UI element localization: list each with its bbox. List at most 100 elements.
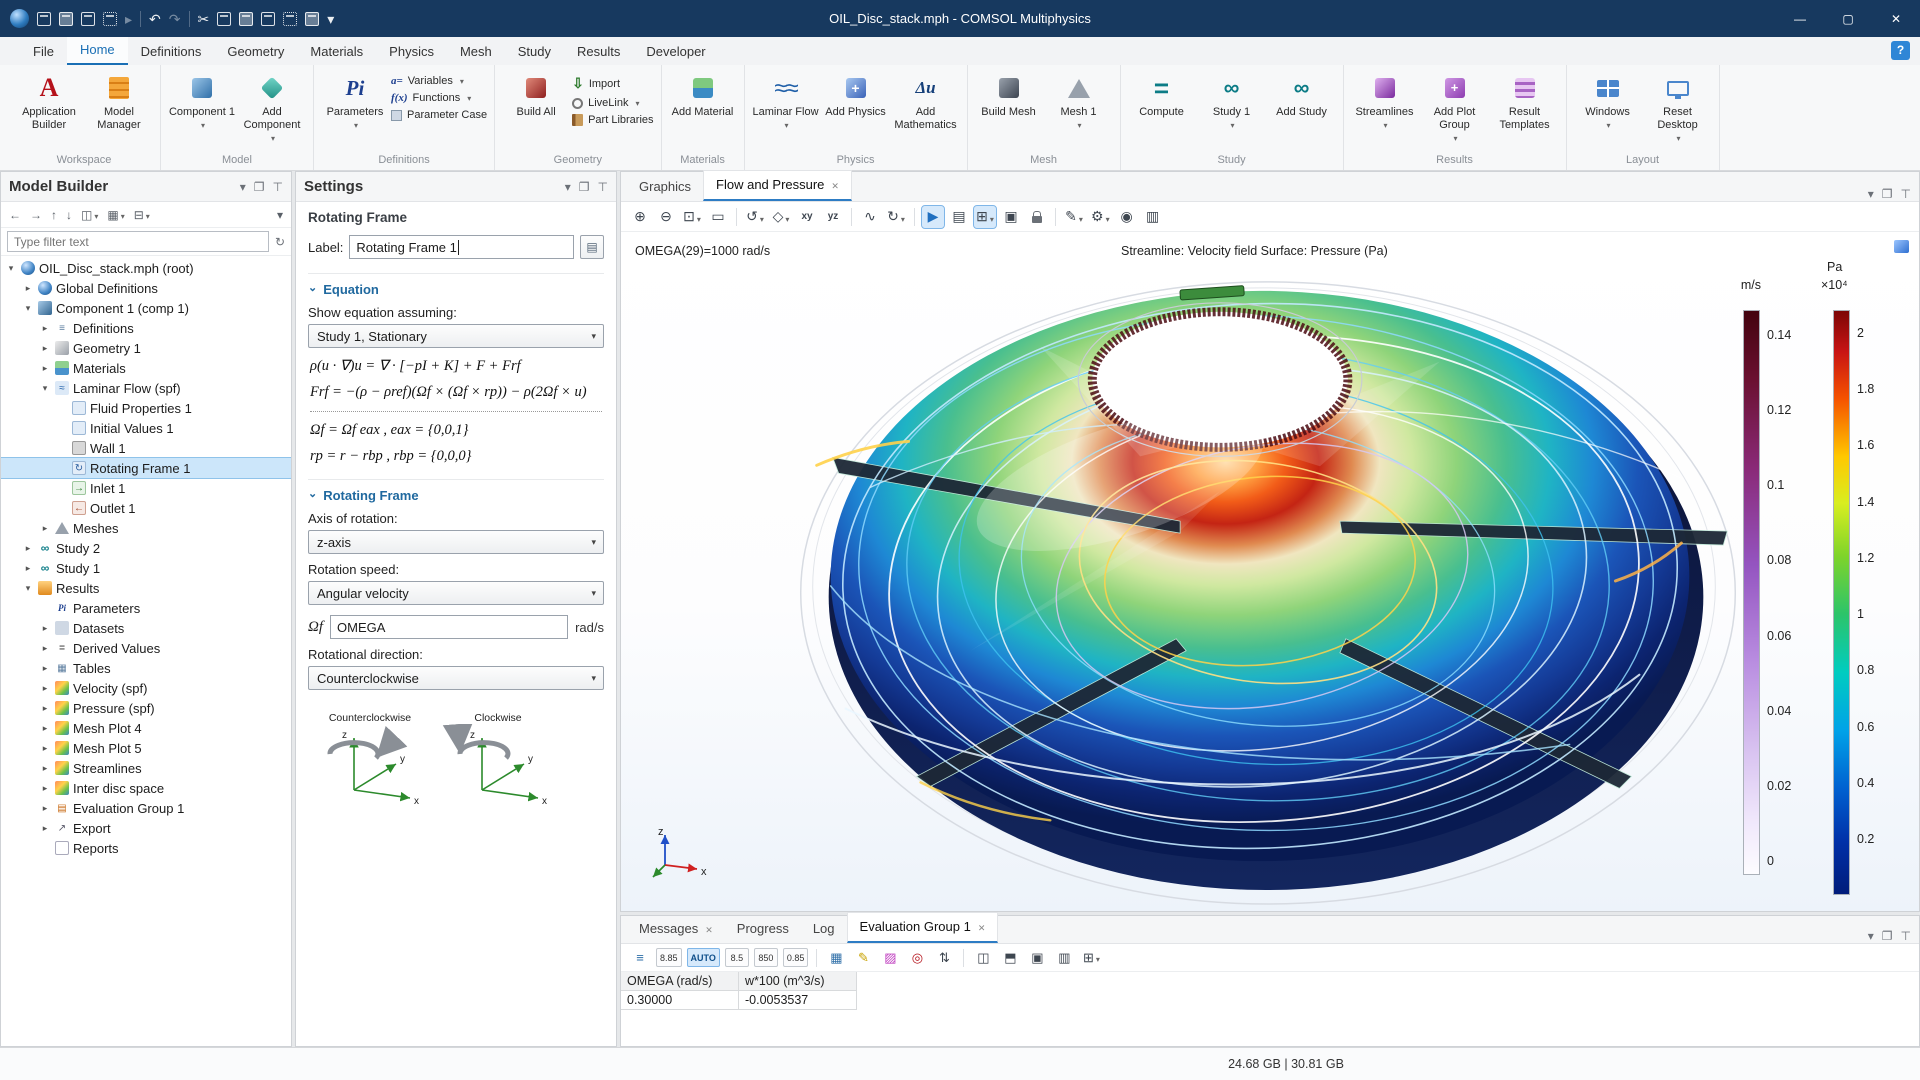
tree-item-initial-values-1[interactable]: Initial Values 1 — [1, 418, 291, 438]
expand-icon[interactable] — [39, 783, 51, 794]
expand-icon[interactable] — [39, 383, 51, 394]
export-table-icon[interactable]: ⬒ — [999, 947, 1021, 969]
float-panel-icon[interactable]: ❐ — [1882, 187, 1893, 201]
help-button[interactable]: ? — [1891, 41, 1910, 60]
tree-item-study-1[interactable]: Study 1 — [1, 558, 291, 578]
print-table-icon[interactable]: ▥ — [1053, 947, 1075, 969]
table-settings-icon[interactable]: ▦ — [825, 947, 847, 969]
zoom-out-icon[interactable]: ⊖ — [655, 206, 677, 228]
plot-settings-icon[interactable]: ∿ — [859, 206, 881, 228]
decimal-notation-button[interactable]: 0.85 — [783, 948, 809, 967]
collapse-panel-icon[interactable]: ▾ — [565, 180, 571, 194]
section-equation[interactable]: Equation — [308, 273, 604, 297]
reset-desktop-button[interactable]: Reset Desktop — [1644, 68, 1712, 145]
tree-item-geometry-1[interactable]: Geometry 1 — [1, 338, 291, 358]
annotate-icon[interactable]: ✎ — [1063, 206, 1085, 228]
tree-item-pressure[interactable]: Pressure (spf) — [1, 698, 291, 718]
add-plot-group-button[interactable]: + Add Plot Group — [1421, 68, 1489, 145]
close-tab-icon[interactable] — [831, 177, 839, 192]
tree-item-derived-values[interactable]: Derived Values — [1, 638, 291, 658]
snapshot-icon[interactable]: ◉ — [1116, 206, 1138, 228]
print-icon[interactable]: ▥ — [1142, 206, 1164, 228]
engineering-notation-button[interactable]: 850 — [754, 948, 778, 967]
expand-icon[interactable] — [39, 803, 51, 814]
tab-flow-and-pressure[interactable]: Flow and Pressure — [703, 170, 852, 201]
label-menu-button[interactable]: ▤ — [580, 235, 604, 259]
tree-item-root[interactable]: OIL_Disc_stack.mph (root) — [1, 258, 291, 278]
pin-panel-icon[interactable]: ⊤ — [273, 180, 283, 194]
plot-indicator-icon[interactable] — [1894, 240, 1909, 253]
image-to-table-icon[interactable]: ▤ — [948, 206, 970, 228]
laminar-flow-button[interactable]: ≈≈ Laminar Flow — [752, 68, 820, 132]
compute-icon[interactable] — [305, 12, 319, 26]
expand-icon[interactable] — [22, 563, 34, 574]
new-file-icon[interactable] — [37, 12, 51, 26]
build-mesh-button[interactable]: Build Mesh — [975, 68, 1043, 119]
node-grouping-icon[interactable]: ▦ — [107, 208, 124, 222]
streamlines-button[interactable]: Streamlines — [1351, 68, 1419, 132]
collapse-panel-icon[interactable]: ▾ — [1868, 929, 1874, 943]
expand-icon[interactable] — [39, 323, 51, 334]
add-component-button[interactable]: Add Component — [238, 68, 306, 145]
add-material-button[interactable]: Add Material — [669, 68, 737, 119]
add-physics-button[interactable]: + Add Physics — [822, 68, 890, 119]
pin-panel-icon[interactable]: ⊤ — [1901, 187, 1911, 201]
view-menu-icon[interactable]: ◇ — [770, 206, 792, 228]
tree-item-reports[interactable]: Reports — [1, 838, 291, 858]
expand-icon[interactable] — [39, 363, 51, 374]
menu-definitions[interactable]: Definitions — [128, 39, 215, 65]
part-libraries-button[interactable]: Part Libraries — [572, 114, 653, 126]
tree-item-parameters[interactable]: Parameters — [1, 598, 291, 618]
zoom-box-icon[interactable]: ▭ — [707, 206, 729, 228]
model-tree-menu-icon[interactable]: ▾ — [277, 208, 283, 222]
expand-icon[interactable] — [5, 263, 17, 274]
tree-item-wall-1[interactable]: Wall 1 — [1, 438, 291, 458]
scene-settings-icon[interactable]: ⚙ — [1089, 206, 1112, 228]
redo-icon[interactable]: ↷ — [169, 12, 181, 26]
functions-button[interactable]: f(x) Functions — [391, 92, 471, 104]
windows-button[interactable]: Windows — [1574, 68, 1642, 132]
tree-item-export[interactable]: Export — [1, 818, 291, 838]
menu-physics[interactable]: Physics — [376, 39, 447, 65]
tree-item-definitions[interactable]: Definitions — [1, 318, 291, 338]
pin-panel-icon[interactable]: ⊤ — [598, 180, 608, 194]
table-header-cell[interactable]: w*100 (m^3/s) — [739, 972, 857, 991]
tab-progress[interactable]: Progress — [725, 915, 801, 943]
float-panel-icon[interactable]: ❐ — [579, 180, 590, 194]
expand-icon[interactable] — [22, 303, 34, 314]
fill-color-icon[interactable]: ▨ — [879, 947, 901, 969]
angular-velocity-input[interactable]: OMEGA — [330, 615, 568, 639]
xy-view-icon[interactable]: xy — [796, 206, 818, 228]
variables-button[interactable]: a= Variables — [391, 75, 464, 87]
study-1-button[interactable]: ∞ Study 1 — [1198, 68, 1266, 132]
menu-materials[interactable]: Materials — [297, 39, 376, 65]
component-1-button[interactable]: Component 1 — [168, 68, 236, 132]
import-button[interactable]: ⇩ Import — [572, 75, 620, 92]
lock-view-icon[interactable] — [1026, 206, 1048, 228]
graphics-canvas[interactable]: OMEGA(29)=1000 rad/s Streamline: Velocit… — [621, 232, 1919, 911]
add-study-button[interactable]: ∞ Add Study — [1268, 68, 1336, 119]
axis-of-rotation-select[interactable]: z-axis — [308, 530, 604, 554]
show-options-icon[interactable]: ◫ — [81, 208, 98, 222]
menu-file[interactable]: File — [20, 39, 67, 65]
livelink-button[interactable]: LiveLink — [572, 97, 639, 109]
scientific-notation-button[interactable]: 8.5 — [725, 948, 749, 967]
tree-item-streamlines[interactable]: Streamlines — [1, 758, 291, 778]
zoom-in-icon[interactable]: ⊕ — [629, 206, 651, 228]
expand-icon[interactable] — [39, 703, 51, 714]
save-as-icon[interactable] — [103, 12, 117, 26]
tree-item-inter-disc-space[interactable]: Inter disc space — [1, 778, 291, 798]
tree-item-evaluation-group-1[interactable]: Evaluation Group 1 — [1, 798, 291, 818]
menu-mesh[interactable]: Mesh — [447, 39, 505, 65]
filter-input[interactable] — [7, 231, 269, 252]
expand-icon[interactable] — [39, 763, 51, 774]
tree-item-tables[interactable]: Tables — [1, 658, 291, 678]
expand-icon[interactable] — [39, 743, 51, 754]
close-tab-icon[interactable] — [978, 919, 986, 934]
tree-item-component-1[interactable]: Component 1 (comp 1) — [1, 298, 291, 318]
tree-item-inlet-1[interactable]: Inlet 1 — [1, 478, 291, 498]
label-input[interactable]: Rotating Frame 1 — [349, 235, 574, 259]
copy-icon[interactable] — [217, 12, 231, 26]
equation-assumption-select[interactable]: Study 1, Stationary — [308, 324, 604, 348]
replot-icon[interactable]: ↻ — [885, 206, 907, 228]
